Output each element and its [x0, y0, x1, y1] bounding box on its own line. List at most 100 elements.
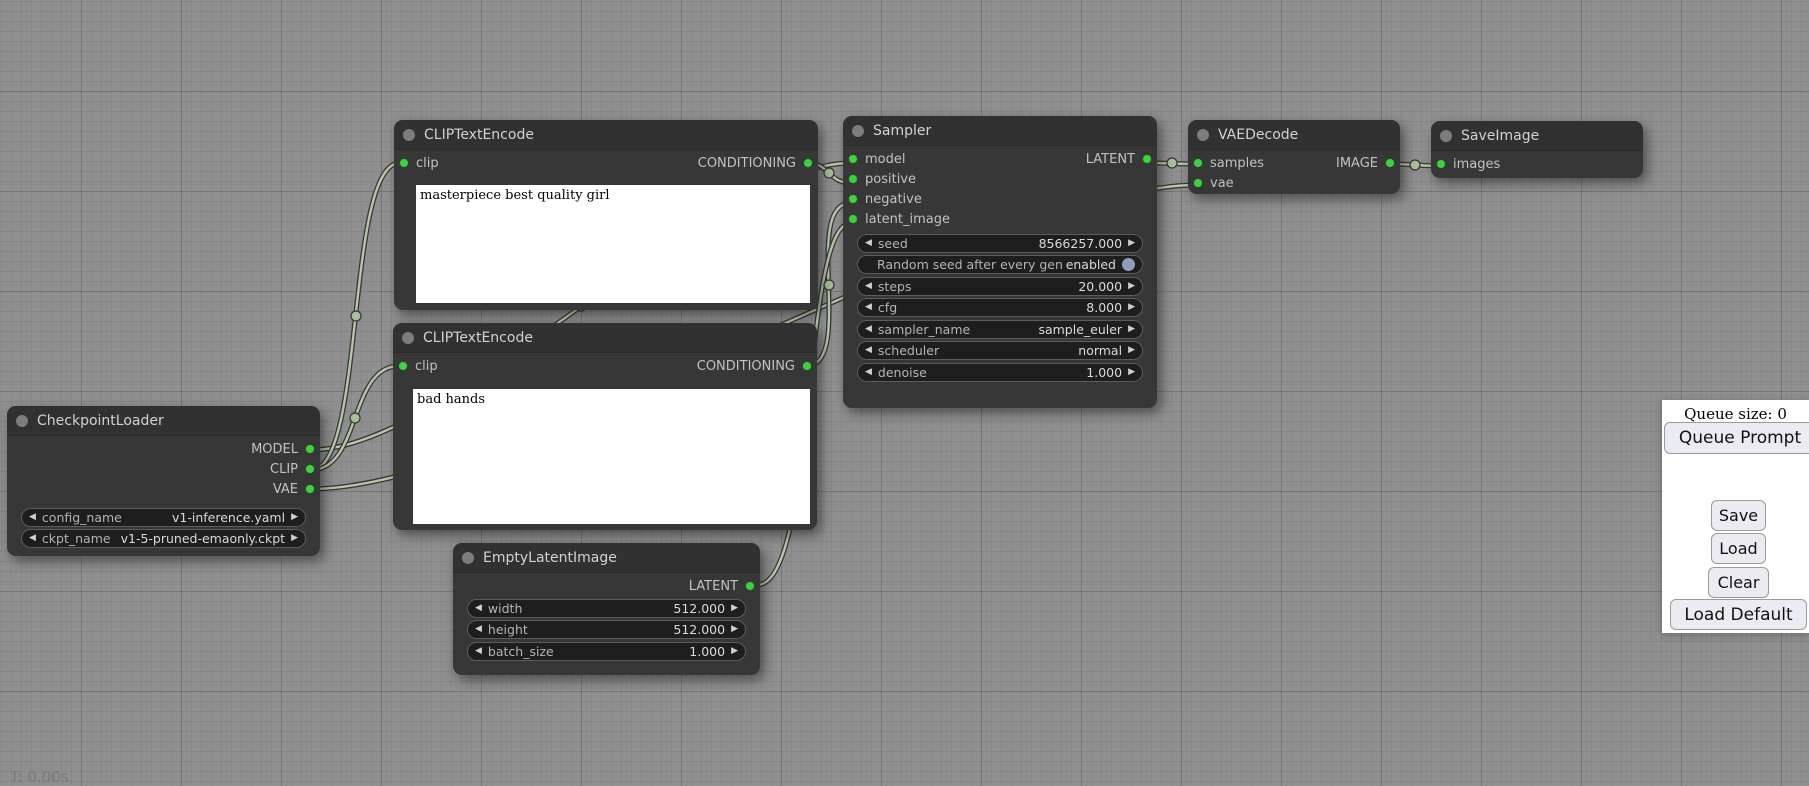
widget-value: 1.000: [689, 644, 725, 659]
output-label: VAE: [273, 482, 298, 497]
output-port-model[interactable]: [305, 444, 315, 454]
widget-seed[interactable]: ◀ seed 8566257.000 ▶: [857, 234, 1143, 253]
input-port-model[interactable]: [848, 154, 858, 164]
widget-ckpt-name[interactable]: ◀ ckpt_name v1-5-pruned-emaonly.ckpt ▶: [21, 529, 306, 548]
node-title: VAEDecode: [1218, 127, 1298, 143]
decrement-arrow-icon[interactable]: ◀: [29, 534, 36, 543]
node-save-image[interactable]: SaveImage images: [1431, 121, 1643, 178]
output-port-conditioning[interactable]: [802, 361, 812, 371]
link-midpoint-dot: [350, 413, 360, 423]
decrement-arrow-icon[interactable]: ◀: [475, 604, 482, 613]
input-port-samples[interactable]: [1193, 158, 1203, 168]
output-row-vae: VAE: [7, 479, 320, 499]
node-vae-decode[interactable]: VAEDecode samples IMAGE vae: [1188, 120, 1400, 194]
collapse-dot-icon[interactable]: [16, 415, 28, 427]
prompt-textarea[interactable]: bad hands: [413, 389, 810, 524]
link-midpoint-dot: [1410, 160, 1420, 170]
input-port-clip[interactable]: [399, 158, 409, 168]
decrement-arrow-icon[interactable]: ◀: [475, 625, 482, 634]
increment-arrow-icon[interactable]: ▶: [1128, 368, 1135, 377]
output-port-latent[interactable]: [1142, 154, 1152, 164]
output-port-vae[interactable]: [305, 484, 315, 494]
increment-arrow-icon[interactable]: ▶: [1128, 239, 1135, 248]
widget-label: config_name: [42, 510, 122, 525]
save-button[interactable]: Save: [1711, 500, 1766, 531]
widget-value: v1-5-pruned-emaonly.ckpt: [121, 531, 285, 546]
input-port-images[interactable]: [1436, 159, 1446, 169]
increment-arrow-icon[interactable]: ▶: [291, 534, 298, 543]
node-clip-text-encode-negative[interactable]: CLIPTextEncode clip CONDITIONING bad han…: [393, 323, 817, 530]
increment-arrow-icon[interactable]: ▶: [1128, 303, 1135, 312]
decrement-arrow-icon[interactable]: ◀: [865, 346, 872, 355]
increment-arrow-icon[interactable]: ▶: [1128, 346, 1135, 355]
widget-config-name[interactable]: ◀ config_name v1-inference.yaml ▶: [21, 508, 306, 527]
increment-arrow-icon[interactable]: ▶: [1128, 325, 1135, 334]
collapse-dot-icon[interactable]: [1197, 129, 1209, 141]
node-title-bar[interactable]: CheckpointLoader: [7, 406, 320, 436]
widget-label: steps: [878, 279, 912, 294]
node-title: CLIPTextEncode: [424, 127, 534, 143]
node-title-bar[interactable]: CLIPTextEncode: [393, 323, 817, 353]
widget-cfg[interactable]: ◀ cfg 8.000 ▶: [857, 298, 1143, 317]
widget-width[interactable]: ◀ width 512.000 ▶: [467, 599, 746, 618]
clear-button[interactable]: Clear: [1708, 567, 1769, 598]
node-title-bar[interactable]: EmptyLatentImage: [453, 543, 760, 573]
input-port-positive[interactable]: [848, 174, 858, 184]
increment-arrow-icon[interactable]: ▶: [731, 625, 738, 634]
increment-arrow-icon[interactable]: ▶: [731, 647, 738, 656]
link-midpoint-dot: [824, 280, 834, 290]
decrement-arrow-icon[interactable]: ◀: [475, 647, 482, 656]
input-label: samples: [1210, 156, 1264, 171]
decrement-arrow-icon[interactable]: ◀: [865, 282, 872, 291]
widget-height[interactable]: ◀ height 512.000 ▶: [467, 620, 746, 639]
queue-prompt-button[interactable]: Queue Prompt: [1664, 422, 1809, 454]
node-title-bar[interactable]: CLIPTextEncode: [394, 120, 818, 150]
node-empty-latent-image[interactable]: EmptyLatentImage LATENT ◀ width 512.000 …: [453, 543, 760, 675]
widget-random-seed-toggle[interactable]: Random seed after every gen enabled: [857, 255, 1143, 274]
widget-steps[interactable]: ◀ steps 20.000 ▶: [857, 277, 1143, 296]
widget-label: seed: [878, 236, 908, 251]
widget-scheduler[interactable]: ◀ scheduler normal ▶: [857, 341, 1143, 360]
widget-denoise[interactable]: ◀ denoise 1.000 ▶: [857, 363, 1143, 382]
collapse-dot-icon[interactable]: [402, 332, 414, 344]
widget-sampler-name[interactable]: ◀ sampler_name sample_euler ▶: [857, 320, 1143, 339]
node-title-bar[interactable]: Sampler: [843, 116, 1157, 146]
collapse-dot-icon[interactable]: [403, 129, 415, 141]
collapse-dot-icon[interactable]: [1440, 130, 1452, 142]
increment-arrow-icon[interactable]: ▶: [1128, 282, 1135, 291]
input-port-negative[interactable]: [848, 194, 858, 204]
node-title: SaveImage: [1461, 128, 1539, 144]
input-port-vae[interactable]: [1193, 178, 1203, 188]
input-label: images: [1453, 157, 1500, 172]
node-title: CLIPTextEncode: [423, 330, 533, 346]
input-port-clip[interactable]: [398, 361, 408, 371]
decrement-arrow-icon[interactable]: ◀: [865, 239, 872, 248]
output-port-image[interactable]: [1385, 158, 1395, 168]
decrement-arrow-icon[interactable]: ◀: [865, 303, 872, 312]
prompt-textarea[interactable]: masterpiece best quality girl: [416, 185, 810, 303]
output-port-latent[interactable]: [745, 581, 755, 591]
node-checkpoint-loader[interactable]: CheckpointLoader MODEL CLIP VAE ◀ config…: [7, 406, 320, 556]
toggle-indicator[interactable]: [1122, 258, 1135, 271]
collapse-dot-icon[interactable]: [462, 552, 474, 564]
output-label: CONDITIONING: [697, 359, 795, 374]
decrement-arrow-icon[interactable]: ◀: [865, 368, 872, 377]
widget-value: sample_euler: [1038, 322, 1122, 337]
load-default-button[interactable]: Load Default: [1670, 599, 1807, 630]
output-port-clip[interactable]: [305, 464, 315, 474]
load-button[interactable]: Load: [1711, 533, 1766, 564]
increment-arrow-icon[interactable]: ▶: [291, 513, 298, 522]
decrement-arrow-icon[interactable]: ◀: [865, 325, 872, 334]
output-port-conditioning[interactable]: [803, 158, 813, 168]
node-sampler[interactable]: Sampler model LATENT positive negative l…: [843, 116, 1157, 408]
input-port-latent-image[interactable]: [848, 214, 858, 224]
node-title-bar[interactable]: SaveImage: [1431, 121, 1643, 151]
node-clip-text-encode-positive[interactable]: CLIPTextEncode clip CONDITIONING masterp…: [394, 120, 818, 310]
decrement-arrow-icon[interactable]: ◀: [29, 513, 36, 522]
increment-arrow-icon[interactable]: ▶: [731, 604, 738, 613]
output-label: IMAGE: [1336, 156, 1378, 171]
widget-batch-size[interactable]: ◀ batch_size 1.000 ▶: [467, 642, 746, 661]
node-title-bar[interactable]: VAEDecode: [1188, 120, 1400, 150]
collapse-dot-icon[interactable]: [852, 125, 864, 137]
graph-canvas[interactable]: { "icons": { "left_arrow": "◀", "right_a…: [0, 0, 1809, 782]
